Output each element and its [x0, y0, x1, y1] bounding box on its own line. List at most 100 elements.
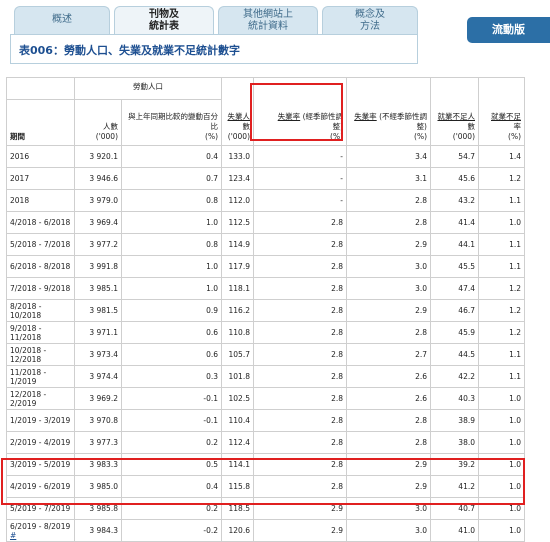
persons-cell-value: 3 977.3 [89, 438, 118, 447]
tab-publications-label: 刊物及 [149, 9, 179, 20]
unemployed-cell: 114.9 [221, 233, 254, 256]
underemp-rate-cell-value: 1.0 [509, 460, 521, 469]
tab-publications[interactable]: 刊物及 統計表 [114, 6, 214, 34]
yoy-change-cell-value: 0.6 [206, 328, 218, 337]
header-unemp-rate-nsa: 失業率 (不經季節性調 整) (%) [346, 77, 431, 146]
unemployed-cell: 112.5 [221, 211, 254, 234]
persons-cell-value: 3 920.1 [89, 152, 118, 161]
header-underemp-rate: 就業不足率 (%) [478, 77, 525, 146]
table-row: 2/2019 - 4/2019 3 977.3 0.2 112.4 2.8 2.8 38.0… [6, 431, 525, 454]
underemp-rate-cell-value: 1.0 [509, 482, 521, 491]
underemp-rate-cell: 1.0 [478, 475, 525, 498]
table-row: 4/2018 - 6/2018 3 969.4 1.0 112.5 2.8 2.8 41.4… [6, 211, 525, 234]
persons-cell: 3 991.8 [74, 255, 122, 278]
unemp-rate-sa-cell-value: 2.8 [331, 372, 343, 381]
unemployed-cell-value: 112.4 [228, 438, 250, 447]
unemployed-cell-value: 116.2 [228, 306, 250, 315]
table-row: 3/2019 - 5/2019 3 983.3 0.5 114.1 2.8 2.9 39.2… [6, 453, 525, 476]
persons-cell: 3 977.3 [74, 431, 122, 454]
unemp-rate-sa-cell: 2.8 [253, 431, 347, 454]
underemp-rate-cell-value: 1.1 [509, 196, 521, 205]
underemployed-cell: 38.0 [430, 431, 479, 454]
mobile-version-button[interactable]: 流動版 [467, 17, 550, 43]
yoy-change-cell: 1.0 [121, 277, 222, 300]
unemployed-cell: 133.0 [221, 145, 254, 168]
period-cell: 6/2018 - 8/2018 [6, 255, 75, 278]
tab-overview[interactable]: 概述 [14, 6, 110, 34]
unemp-rate-sa-cell: 2.8 [253, 321, 347, 344]
table-title-box: 表006：勞動人口、失業及就業不足統計數字 [10, 34, 418, 64]
period-cell: 6/2019 - 8/2019 # [6, 519, 75, 542]
persons-cell: 3 946.6 [74, 167, 122, 190]
underemployed-cell-value: 41.0 [458, 526, 475, 535]
underemployed-cell-value: 45.5 [458, 262, 475, 271]
unemp-rate-nsa-cell: 2.6 [346, 387, 431, 410]
underemployed-cell-value: 38.0 [458, 438, 475, 447]
tab-other-websites[interactable]: 其他網站上 統計資料 [218, 6, 318, 34]
header-unemp-rate-sa: 失業率 (經季節性調 整) (%) [253, 77, 347, 146]
underemployed-cell: 45.6 [430, 167, 479, 190]
yoy-change-cell-value: 0.5 [206, 460, 218, 469]
underemployed-cell: 41.0 [430, 519, 479, 542]
underemp-rate-cell-value: 1.2 [509, 306, 521, 315]
underemp-rate-cell-value: 1.4 [509, 152, 521, 161]
unemp-rate-nsa-cell-value: 2.8 [415, 438, 427, 447]
table-row: 11/2018 - 1/2019 3 974.4 0.3 101.8 2.8 2.6 42.… [6, 365, 525, 388]
unemp-rate-sa-cell: 2.8 [253, 211, 347, 234]
tab-bar: 概述 刊物及 統計表 其他網站上 統計資料 概念及 方法 [14, 6, 426, 34]
labour-stats-table: 勞動人口 失業人數 ('000) 失業率 (經季節性調 整) (%) 失業率 (不經季… [6, 77, 525, 542]
persons-cell: 3 979.0 [74, 189, 122, 212]
period-cell-value: 6/2018 - 8/2018 [10, 262, 71, 271]
persons-cell-value: 3 985.1 [89, 284, 118, 293]
underemployed-cell-value: 39.2 [458, 460, 475, 469]
persons-cell: 3 984.3 [74, 519, 122, 542]
period-cell-value: 2/2019 - 4/2019 [10, 438, 71, 447]
header-period: 期間 [6, 99, 75, 146]
underemp-rate-cell: 1.2 [478, 167, 525, 190]
period-cell: 8/2018 - 10/2018 [6, 299, 75, 322]
unemp-rate-sa-cell-value: 2.8 [331, 284, 343, 293]
unemployed-cell-value: 110.8 [228, 328, 250, 337]
unemp-rate-nsa-cell: 2.8 [346, 409, 431, 432]
period-cell-value: 5/2018 - 7/2018 [10, 240, 71, 249]
unemp-rate-nsa-cell: 3.1 [346, 167, 431, 190]
underemp-rate-cell: 1.1 [478, 343, 525, 366]
underemp-rate-cell-value: 1.0 [509, 416, 521, 425]
period-cell: 2/2019 - 4/2019 [6, 431, 75, 454]
unemp-rate-nsa-cell: 2.9 [346, 233, 431, 256]
underemp-rate-cell: 1.4 [478, 145, 525, 168]
underemp-rate-cell: 1.0 [478, 519, 525, 542]
table-row: 2018 3 979.0 0.8 112.0 - 2.8 43.2 1.1 [6, 189, 525, 212]
yoy-change-cell: 0.4 [121, 145, 222, 168]
period-cell-value: 9/2018 - 11/2018 [10, 323, 42, 342]
period-cell-value: 2017 [10, 174, 30, 183]
underemployed-cell: 42.2 [430, 365, 479, 388]
tab-publications-label-2: 統計表 [149, 21, 179, 32]
unemp-rate-nsa-cell-value: 3.0 [415, 284, 427, 293]
tab-other-websites-label-2: 統計資料 [248, 21, 288, 32]
unemp-rate-sa-cell-value: - [340, 152, 343, 161]
period-cell-value: 7/2018 - 9/2018 [10, 284, 71, 293]
underemployed-cell: 41.4 [430, 211, 479, 234]
yoy-change-cell: 0.3 [121, 365, 222, 388]
unemployed-cell-value: 110.4 [228, 416, 250, 425]
period-cell: 7/2018 - 9/2018 [6, 277, 75, 300]
tab-concepts-label: 概念及 [355, 9, 385, 20]
yoy-change-cell-value: 0.4 [206, 482, 218, 491]
period-cell: 1/2019 - 3/2019 [6, 409, 75, 432]
unemp-rate-nsa-cell-value: 2.8 [415, 416, 427, 425]
unemp-rate-nsa-cell-value: 2.9 [415, 460, 427, 469]
header-yoy-change: 與上年同期比較的變動百分比 (%) [121, 99, 222, 146]
underemp-rate-cell-value: 1.0 [509, 438, 521, 447]
unemployed-cell-value: 115.8 [228, 482, 250, 491]
persons-cell: 3 977.2 [74, 233, 122, 256]
underemployed-cell: 46.7 [430, 299, 479, 322]
unemp-rate-sa-cell: 2.8 [253, 475, 347, 498]
unemp-rate-sa-cell: - [253, 167, 347, 190]
yoy-change-cell-value: -0.2 [203, 526, 218, 535]
footnote-link[interactable]: # [10, 531, 16, 540]
unemp-rate-sa-cell: 2.8 [253, 299, 347, 322]
tab-concepts[interactable]: 概念及 方法 [322, 6, 418, 34]
yoy-change-cell: 0.8 [121, 189, 222, 212]
persons-cell: 3 974.4 [74, 365, 122, 388]
